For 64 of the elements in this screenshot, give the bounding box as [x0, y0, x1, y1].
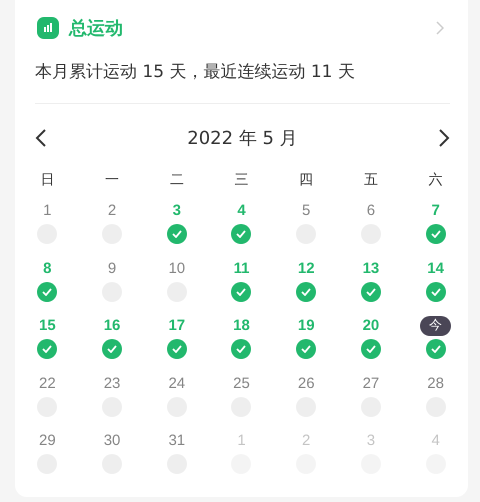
- day-number: 15: [39, 316, 56, 336]
- check-icon[interactable]: [166, 224, 187, 244]
- day-number: 17: [168, 316, 186, 336]
- check-icon[interactable]: [296, 282, 316, 302]
- month-title: 2022 年 5 月: [187, 127, 298, 150]
- check-icon[interactable]: [231, 339, 252, 359]
- check-icon[interactable]: [426, 282, 446, 302]
- day-number: 28: [427, 374, 444, 394]
- day-number: 2: [108, 201, 116, 221]
- day-number: 25: [233, 374, 250, 394]
- weekday-label: 三: [234, 171, 248, 189]
- weekday-label: 五: [364, 171, 378, 189]
- day-number: 16: [104, 316, 120, 336]
- day-number: 31: [168, 431, 186, 451]
- day-number: 13: [362, 258, 380, 278]
- day-number: 10: [168, 258, 186, 278]
- day-number: 26: [298, 374, 315, 394]
- today-badge: 今: [420, 316, 452, 336]
- weekday-label: 四: [299, 171, 314, 189]
- check-icon[interactable]: [102, 339, 122, 359]
- day-number: 3: [366, 431, 376, 451]
- check-icon[interactable]: [231, 224, 252, 244]
- day-number: 23: [104, 374, 120, 394]
- day-number: 24: [168, 374, 186, 394]
- day-number: 5: [302, 201, 310, 221]
- day-number: 11: [234, 258, 250, 278]
- check-icon[interactable]: [296, 339, 316, 359]
- day-number: 4: [431, 431, 440, 451]
- check-icon[interactable]: [166, 339, 187, 359]
- check-icon[interactable]: [37, 282, 58, 302]
- day-number: 1: [43, 201, 52, 221]
- day-number: 19: [298, 316, 315, 336]
- check-icon[interactable]: [360, 282, 381, 302]
- check-icon[interactable]: [37, 339, 58, 359]
- day-number: 27: [362, 374, 380, 394]
- day-number: 3: [172, 201, 181, 221]
- weekday-label: 一: [105, 171, 120, 189]
- check-icon[interactable]: [426, 339, 446, 359]
- check-icon[interactable]: [426, 224, 446, 244]
- day-number: 12: [298, 258, 315, 278]
- day-number: 7: [431, 201, 440, 221]
- day-number: 8: [43, 258, 52, 278]
- day-number: 1: [237, 431, 246, 451]
- check-icon[interactable]: [231, 282, 252, 302]
- day-number: 22: [39, 374, 56, 394]
- day-number: 9: [108, 258, 116, 278]
- next-month-button[interactable]: [438, 128, 450, 148]
- previous-month-button[interactable]: [35, 128, 47, 148]
- day-number: 6: [366, 201, 376, 221]
- chart-icon: [37, 17, 59, 39]
- weekday-label: 六: [428, 171, 443, 189]
- day-number: 30: [104, 431, 120, 451]
- day-number: 2: [302, 431, 310, 451]
- chevron-right-icon[interactable]: [436, 21, 444, 35]
- weekday-label: 二: [170, 171, 184, 189]
- day-number: 14: [427, 258, 444, 278]
- day-number: 29: [39, 431, 56, 451]
- day-number: 4: [237, 201, 246, 221]
- summary-text: 本月累计运动 15 天，最近连续运动 11 天: [34, 61, 356, 83]
- section-title: 总运动: [69, 17, 124, 40]
- day-number: 18: [233, 316, 250, 336]
- weekday-label: 日: [40, 171, 54, 189]
- check-icon[interactable]: [360, 339, 381, 359]
- day-number: 20: [362, 316, 380, 336]
